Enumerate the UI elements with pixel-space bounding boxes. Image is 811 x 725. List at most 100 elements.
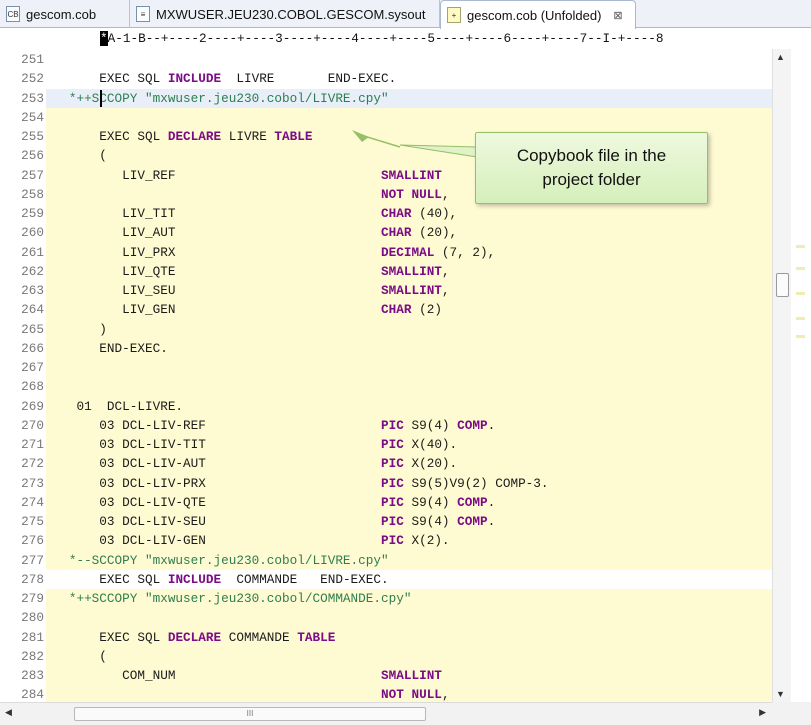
- code-text[interactable]: LIV_QTE SMALLINT,: [46, 261, 772, 281]
- code-text[interactable]: LIV_GEN CHAR (2): [46, 300, 772, 320]
- code-line[interactable]: 252 EXEC SQL INCLUDE LIVRE END-EXEC.: [0, 69, 772, 88]
- code-line[interactable]: 263 LIV_SEU SMALLINT,: [0, 281, 772, 301]
- code-text[interactable]: 03 DCL-LIV-AUT PIC X(20).: [46, 454, 772, 474]
- code-line[interactable]: 266 END-EXEC.: [0, 338, 772, 358]
- tab-sysout[interactable]: ≡ MXWUSER.JEU230.COBOL.GESCOM.sysout: [130, 0, 440, 28]
- overview-ruler: [791, 49, 811, 702]
- code-line[interactable]: 278 EXEC SQL INCLUDE COMMANDE END-EXEC.: [0, 570, 772, 589]
- code-line[interactable]: 265 ): [0, 319, 772, 339]
- code-line[interactable]: 282 (: [0, 646, 772, 666]
- annotation-callout: Copybook file in the project folder: [475, 132, 708, 204]
- callout-text: Copybook file in the project folder: [516, 146, 667, 189]
- line-number: 268: [21, 379, 44, 395]
- line-number: 263: [21, 283, 44, 298]
- line-number: 264: [21, 302, 44, 318]
- scroll-grip-icon: III: [246, 709, 254, 718]
- code-text[interactable]: *++SCCOPY "mxwuser.jeu230.cobol/COMMANDE…: [46, 589, 772, 609]
- code-line[interactable]: 276 03 DCL-LIV-GEN PIC X(2).: [0, 531, 772, 551]
- code-line[interactable]: 261 LIV_PRX DECIMAL (7, 2),: [0, 242, 772, 262]
- cobol-file-icon: CB: [6, 6, 20, 22]
- code-text[interactable]: LIV_TIT CHAR (40),: [46, 204, 772, 224]
- code-text[interactable]: LIV_AUT CHAR (20),: [46, 223, 772, 243]
- tab-gescom-cob[interactable]: CB gescom.cob: [0, 0, 130, 28]
- overview-marker: [796, 317, 805, 320]
- code-text[interactable]: EXEC SQL INCLUDE LIVRE END-EXEC.: [46, 69, 772, 88]
- code-line[interactable]: 281 EXEC SQL DECLARE COMMANDE TABLE: [0, 627, 772, 647]
- line-number: 266: [21, 340, 44, 356]
- code-line[interactable]: 275 03 DCL-LIV-SEU PIC S9(4) COMP.: [0, 512, 772, 532]
- line-number: 284: [21, 687, 44, 702]
- code-text[interactable]: [46, 608, 772, 628]
- scroll-down-arrow-icon[interactable]: ▼: [776, 689, 785, 699]
- code-text[interactable]: *++SCCOPY "mxwuser.jeu230.cobol/LIVRE.cp…: [46, 88, 772, 108]
- code-line[interactable]: 268: [0, 377, 772, 397]
- code-line[interactable]: 264 LIV_GEN CHAR (2): [0, 300, 772, 320]
- line-number: 274: [21, 494, 44, 510]
- code-text[interactable]: ): [46, 319, 772, 339]
- overview-marker: [796, 245, 805, 248]
- code-line[interactable]: 283 COM_NUM SMALLINT: [0, 666, 772, 686]
- code-line[interactable]: 262 LIV_QTE SMALLINT,: [0, 261, 772, 281]
- ruler-text: *A-1-B--+----2----+----3----+----4----+-…: [100, 31, 663, 46]
- vertical-scroll-thumb[interactable]: [776, 273, 789, 297]
- unfolded-file-icon: +: [447, 7, 461, 23]
- horizontal-scrollbar[interactable]: ◀ III ▶: [0, 702, 772, 725]
- code-text[interactable]: [46, 107, 772, 127]
- code-text[interactable]: EXEC SQL INCLUDE COMMANDE END-EXEC.: [46, 570, 772, 589]
- scroll-up-arrow-icon[interactable]: ▲: [776, 52, 785, 62]
- code-line[interactable]: 284 NOT NULL,: [0, 685, 772, 702]
- code-text[interactable]: NOT NULL,: [46, 685, 772, 702]
- close-icon[interactable]: ⊠: [613, 9, 622, 22]
- code-text[interactable]: 03 DCL-LIV-QTE PIC S9(4) COMP.: [46, 492, 772, 512]
- line-number: 270: [21, 417, 44, 433]
- tab-gescom-unfolded[interactable]: + gescom.cob (Unfolded) ⊠: [440, 0, 636, 29]
- code-text[interactable]: 03 DCL-LIV-TIT PIC X(40).: [46, 435, 772, 455]
- code-line[interactable]: 269 01 DCL-LIVRE.: [0, 396, 772, 416]
- code-text[interactable]: [46, 377, 772, 397]
- vertical-scrollbar[interactable]: ▲ ▼: [772, 49, 791, 702]
- line-number: 252: [21, 71, 44, 87]
- line-number: 258: [21, 186, 44, 202]
- scroll-right-arrow-icon[interactable]: ▶: [759, 707, 766, 718]
- code-line[interactable]: 271 03 DCL-LIV-TIT PIC X(40).: [0, 435, 772, 455]
- code-line[interactable]: 253 *++SCCOPY "mxwuser.jeu230.cobol/LIVR…: [0, 88, 772, 108]
- code-line[interactable]: 259 LIV_TIT CHAR (40),: [0, 204, 772, 224]
- code-text[interactable]: END-EXEC.: [46, 338, 772, 358]
- ruler-cursor: *: [100, 31, 108, 46]
- editor-tab-bar: CB gescom.cob ≡ MXWUSER.JEU230.COBOL.GES…: [0, 0, 811, 29]
- line-number: 282: [21, 648, 44, 664]
- code-text[interactable]: LIV_PRX DECIMAL (7, 2),: [46, 242, 772, 262]
- code-line[interactable]: 254: [0, 107, 772, 127]
- code-text[interactable]: [46, 358, 772, 378]
- overview-marker: [796, 267, 805, 270]
- line-number: 260: [21, 225, 44, 241]
- code-text[interactable]: 03 DCL-LIV-SEU PIC S9(4) COMP.: [46, 512, 772, 532]
- code-text[interactable]: 03 DCL-LIV-REF PIC S9(4) COMP.: [46, 415, 772, 435]
- scrollbar-corner: [772, 702, 811, 725]
- code-text[interactable]: 03 DCL-LIV-GEN PIC X(2).: [46, 531, 772, 551]
- code-line[interactable]: 260 LIV_AUT CHAR (20),: [0, 223, 772, 243]
- code-line[interactable]: 270 03 DCL-LIV-REF PIC S9(4) COMP.: [0, 415, 772, 435]
- code-line[interactable]: 267: [0, 358, 772, 378]
- code-line[interactable]: 280: [0, 608, 772, 628]
- code-text[interactable]: 01 DCL-LIVRE.: [46, 396, 772, 416]
- overview-marker: [796, 292, 805, 295]
- code-text[interactable]: COM_NUM SMALLINT: [46, 666, 772, 686]
- code-text[interactable]: 03 DCL-LIV-PRX PIC S9(5)V9(2) COMP-3.: [46, 473, 772, 493]
- code-text[interactable]: LIV_SEU SMALLINT,: [46, 281, 772, 301]
- scroll-left-arrow-icon[interactable]: ◀: [5, 707, 12, 718]
- code-line[interactable]: 251: [0, 50, 772, 69]
- code-line[interactable]: 272 03 DCL-LIV-AUT PIC X(20).: [0, 454, 772, 474]
- line-number: 280: [21, 610, 44, 626]
- line-number: 278: [21, 571, 44, 587]
- code-line[interactable]: 274 03 DCL-LIV-QTE PIC S9(4) COMP.: [0, 492, 772, 512]
- code-text[interactable]: *--SCCOPY "mxwuser.jeu230.cobol/LIVRE.cp…: [46, 550, 772, 570]
- line-number: 262: [21, 263, 44, 279]
- code-text[interactable]: EXEC SQL DECLARE COMMANDE TABLE: [46, 627, 772, 647]
- code-line[interactable]: 277 *--SCCOPY "mxwuser.jeu230.cobol/LIVR…: [0, 550, 772, 570]
- code-text[interactable]: [46, 50, 772, 69]
- code-line[interactable]: 279 *++SCCOPY "mxwuser.jeu230.cobol/COMM…: [0, 589, 772, 609]
- code-line[interactable]: 273 03 DCL-LIV-PRX PIC S9(5)V9(2) COMP-3…: [0, 473, 772, 493]
- horizontal-scroll-thumb[interactable]: III: [74, 707, 426, 721]
- code-text[interactable]: (: [46, 646, 772, 666]
